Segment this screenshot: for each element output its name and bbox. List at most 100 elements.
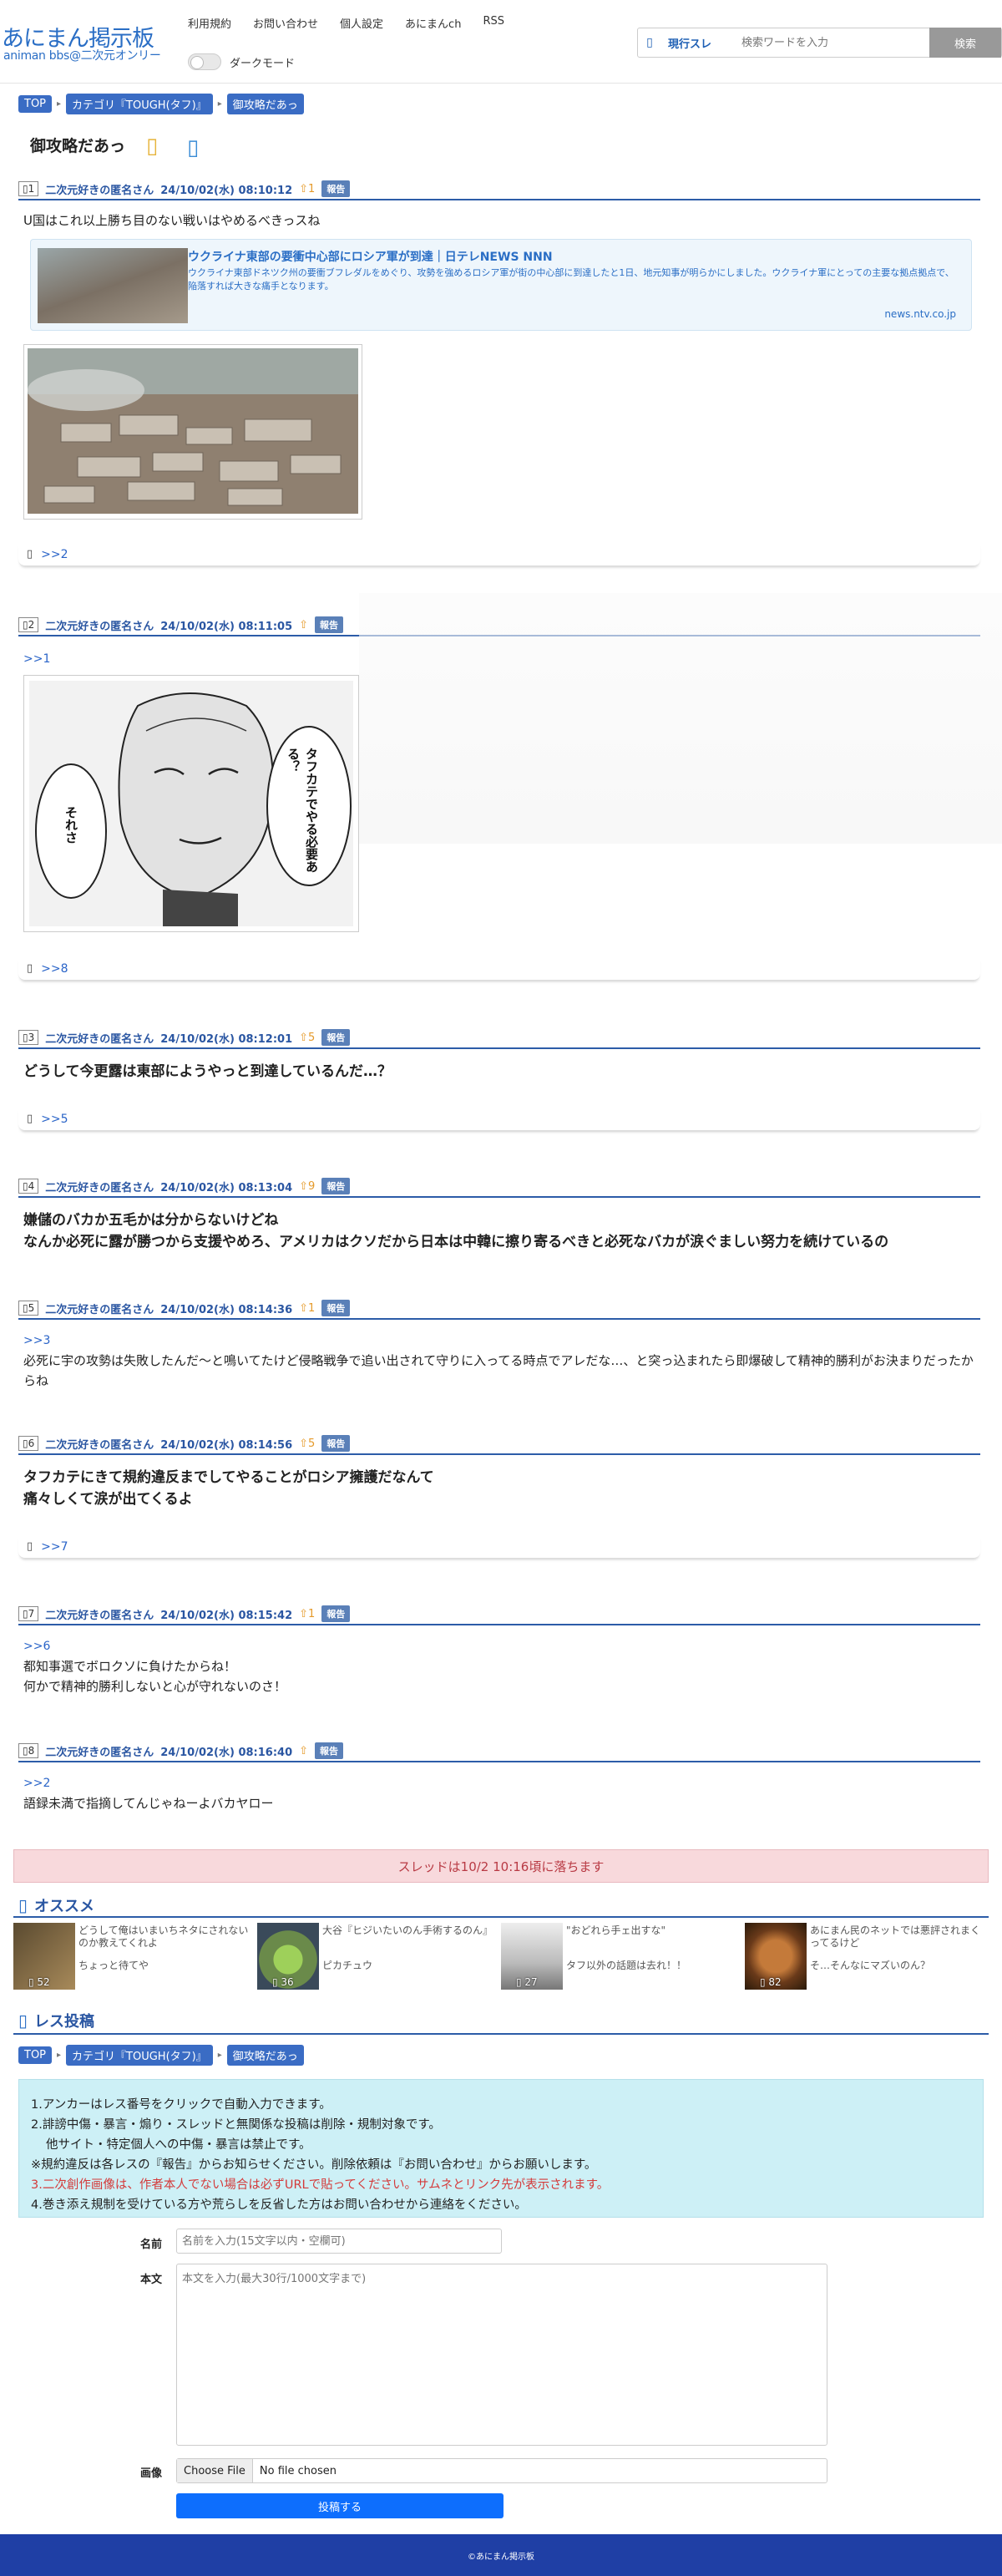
poster-name: 二次元好きの匿名さん [45,184,154,197]
report-button[interactable]: 報告 [315,1742,344,1759]
post-body: >>2 語録未満で指摘してんじゃねーよバカヤロー [23,1772,984,1813]
speech-bubble-right: タフカテでやる必要ある？ [286,748,319,873]
share-icon[interactable]: ▯ [187,135,199,160]
post-date: 24/10/02(水) 08:10:12 [160,184,293,197]
recommend-title: あにまん民のネットでは悪評されまくってるけど [810,1924,981,1949]
link-description: ウクライナ東部ドネツク州の要衝ブフレダルをめぐり、攻勢を強めるロシア軍が街の中心… [188,267,954,292]
anchor-link[interactable]: >>3 [23,1334,50,1347]
breadcrumb-top[interactable]: TOP [18,95,53,113]
post-image[interactable]: それさ タフカテでやる必要ある？ [23,675,359,932]
reply-bar: ▯ >>5 [18,1108,980,1131]
anchor-link[interactable]: >>1 [23,652,50,666]
name-field[interactable] [176,2229,502,2254]
nav-settings[interactable]: 個人設定 [340,15,383,31]
report-button[interactable]: 報告 [321,180,351,197]
nav-contact[interactable]: お問い合わせ [253,15,318,31]
post-date: 24/10/02(水) 08:15:42 [160,1609,293,1622]
post-body: 嫌儲のバカか五毛かは分からないけどね なんか必死に露が勝つから支援やめろ、アメリ… [23,1209,984,1253]
breadcrumb-separator-icon: ▸ [57,99,62,109]
post-body-line: 嫌儲のバカか五毛かは分からないけどね [23,1212,279,1229]
reply-link[interactable]: >>2 [41,548,68,561]
recommend-item[interactable]: ▯ 52 どうして俺はいまいちネタにされないのか教えてくれよ ちょっと待てや [13,1923,256,1991]
post-body: タフカテにきて規約違反までしてやることがロシア擁護だなんて 痛々しくて涙が出てく… [23,1467,984,1510]
post-header: ▯ 7 二次元好きの匿名さん 24/10/02(水) 08:15:42 ⇧1 報告 [18,1604,980,1625]
post-date: 24/10/02(水) 08:12:01 [160,1032,293,1046]
reply-link[interactable]: >>5 [41,1113,68,1126]
favorite-icon[interactable]: ▯ [146,134,158,159]
link-title[interactable]: ウクライナ東部の要衝中心部にロシア軍が到達｜日テレNEWS NNN [188,248,553,265]
vote-button[interactable]: ⇧1 [299,183,315,195]
choose-file-button[interactable]: Choose File [177,2459,253,2482]
post-number[interactable]: ▯ 2 [18,617,39,632]
vote-button[interactable]: ⇧ [299,619,308,631]
report-button[interactable]: 報告 [321,1178,351,1194]
rule-line: 3.二次創作画像は、作者本人でない場合は必ずURLで貼ってください。サムネとリン… [31,2178,610,2192]
comment-count: ▯ 52 [28,1976,50,1988]
reply-link[interactable]: >>8 [41,962,68,976]
post-number[interactable]: ▯ 4 [18,1179,39,1194]
nav-animanch[interactable]: あにまんch [405,15,461,31]
body-textarea[interactable] [176,2264,827,2446]
darkmode-toggle[interactable] [188,53,221,70]
link-preview-card[interactable]: ウクライナ東部の要衝中心部にロシア軍が到達｜日テレNEWS NNN ウクライナ東… [30,239,972,331]
vote-button[interactable]: ⇧5 [299,1438,315,1450]
breadcrumb-top[interactable]: TOP [18,2046,53,2064]
poster-name: 二次元好きの匿名さん [45,1438,154,1452]
reply-icon: ▯ [27,548,33,560]
post-body: >>6 都知事選でボロクソに負けたからね！ 何かで精神的勝利しないと心が守れない… [23,1635,984,1696]
report-button[interactable]: 報告 [321,1300,351,1316]
recommend-item[interactable]: ▯ 27 "おどれら手ェ出すな" タフ以外の話題は去れ！！ [501,1923,743,1991]
post-body: U国はこれ以上勝ち目のない戦いはやめるべきっスね [23,213,321,228]
section-divider [13,2033,989,2035]
nav-terms[interactable]: 利用規約 [188,15,231,31]
post-header: ▯ 3 二次元好きの匿名さん 24/10/02(水) 08:12:01 ⇧5 報告 [18,1027,980,1049]
manga-panel: それさ タフカテでやる必要ある？ [29,681,353,926]
search-scope-select[interactable]: 現行スレ [661,35,736,51]
anchor-link[interactable]: >>2 [23,1777,50,1790]
vote-button[interactable]: ⇧5 [299,1032,315,1044]
breadcrumb: TOP ▸ カテゴリ『TOUGH(タフ)』 ▸ 御攻略だあっ [18,94,304,114]
rule-line: 2.誹謗中傷・暴言・煽り・スレッドと無関係な投稿は削除・規制対象です。 [31,2118,441,2132]
breadcrumb-category[interactable]: カテゴリ『TOUGH(タフ)』 [66,94,213,114]
post-number[interactable]: ▯ 6 [18,1436,39,1451]
post-header: ▯ 1 二次元好きの匿名さん 24/10/02(水) 08:10:12 ⇧1 報告 [18,179,980,200]
body-label: 本文 [140,2274,163,2286]
report-button[interactable]: 報告 [321,1029,351,1046]
vote-button[interactable]: ⇧9 [299,1180,315,1193]
report-button[interactable]: 報告 [321,1605,351,1622]
reply-link[interactable]: >>7 [41,1540,68,1554]
post-number[interactable]: ▯ 1 [18,181,39,196]
recommend-item[interactable]: ▯ 82 あにまん民のネットでは悪評されまくってるけど そ…そんなにマズいのん？ [745,1923,987,1991]
search-input[interactable] [736,30,929,55]
submit-post-button[interactable]: 投稿する [176,2493,504,2518]
report-button[interactable]: 報告 [315,616,344,633]
post-number[interactable]: ▯ 3 [18,1030,39,1045]
nav-rss[interactable]: RSS [483,15,504,31]
city-photo [28,348,358,514]
post-number[interactable]: ▯ 7 [18,1606,39,1621]
recommend-subtitle: そ…そんなにマズいのん？ [810,1960,931,1971]
recommend-item[interactable]: ▯ 36 大谷『ヒジいたいのん手術するのん』 ピカチュウ [257,1923,499,1991]
breadcrumb-bottom: TOP ▸ カテゴリ『TOUGH(タフ)』 ▸ 御攻略だあっ [18,2045,304,2066]
rule-note: ※規約違反は各レスの『報告』からお知らせください。削除依頼は『お問い合わせ』から… [31,2158,597,2172]
post-image[interactable] [23,344,362,520]
post-number[interactable]: ▯ 8 [18,1743,39,1758]
reply-icon: ▯ [27,962,33,975]
breadcrumb-category[interactable]: カテゴリ『TOUGH(タフ)』 [66,2045,213,2066]
vote-button[interactable]: ⇧ [299,1745,308,1757]
vote-button[interactable]: ⇧1 [299,1302,315,1315]
breadcrumb-thread[interactable]: 御攻略だあっ [226,94,304,114]
anchor-link[interactable]: >>6 [23,1640,50,1653]
image-file-input[interactable]: Choose File No file chosen [176,2458,827,2483]
top-nav: 利用規約 お問い合わせ 個人設定 あにまんch RSS [188,15,526,31]
city-photo-art [28,348,358,514]
search-icon: ▯ [646,36,653,49]
recommend-title: 大谷『ヒジいたいのん手術するのん』 [322,1924,493,1936]
post-body-line: 都知事選でボロクソに負けたからね！ [23,1659,237,1674]
section-divider [13,1916,989,1918]
post-number[interactable]: ▯ 5 [18,1301,39,1316]
breadcrumb-thread[interactable]: 御攻略だあっ [226,2045,304,2066]
search-button[interactable]: 検索 [929,28,1001,58]
vote-button[interactable]: ⇧1 [299,1608,315,1620]
report-button[interactable]: 報告 [321,1435,351,1452]
